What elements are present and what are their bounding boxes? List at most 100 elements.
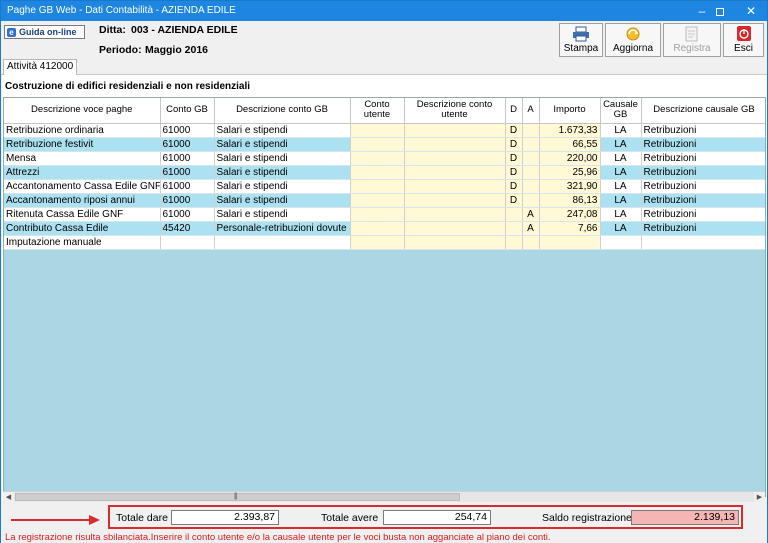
cell-descrizione-conto-utente[interactable] [404,193,506,208]
cell-importo[interactable]: 220,00 [539,151,601,166]
table-row[interactable]: Ritenuta Cassa Edile GNF 61000 Salari e st… [4,207,765,222]
table-row[interactable]: Imputazione manuale [4,235,765,250]
cell-conto-utente[interactable] [350,123,405,138]
registra-button[interactable]: Registra [663,23,721,57]
horizontal-scrollbar[interactable]: ◀ ||| ▶ [3,491,765,503]
aggiorna-button[interactable]: Aggiorna [605,23,661,57]
cell-importo[interactable]: 321,90 [539,179,601,194]
cell-importo[interactable]: 86,13 [539,193,601,208]
cell-conto-utente[interactable] [350,193,405,208]
cell-importo[interactable]: 66,55 [539,137,601,152]
table-row[interactable]: Attrezzi 61000 Salari e stipendi D 25,96 LA Re… [4,165,765,180]
cell-avere[interactable]: A [522,207,540,222]
cell-descrizione-conto-gb [214,235,351,250]
cell-descrizione-conto-gb: Salari e stipendi [214,123,351,138]
cell-importo[interactable]: 247,08 [539,207,601,222]
close-window-button[interactable]: ✕ [735,1,767,21]
table-row[interactable]: Retribuzione ordinaria 61000 Salari e stip… [4,123,765,138]
stampa-button[interactable]: Stampa [559,23,603,57]
col-causale-gb[interactable]: Causale GB [600,98,642,124]
esci-button[interactable]: Esci [723,23,764,57]
col-descrizione-causale[interactable]: Descrizione causale GB [641,98,765,124]
cell-descrizione-voce: Mensa [4,151,161,166]
cell-descrizione-conto-gb: Salari e stipendi [214,193,351,208]
table-row[interactable]: Retribuzione festivit 61000 Salari e stipe… [4,137,765,152]
cell-descrizione-conto-utente[interactable] [404,221,506,236]
cell-descrizione-voce: Attrezzi [4,165,161,180]
cell-avere[interactable] [522,193,540,208]
cell-avere[interactable] [522,179,540,194]
col-avere[interactable]: A [522,98,540,124]
cell-descrizione-causale [641,235,765,250]
cell-avere[interactable] [522,137,540,152]
cell-dare[interactable] [505,207,523,222]
cell-descrizione-conto-gb: Salari e stipendi [214,151,351,166]
ditta-value: 003 - AZIENDA EDILE [131,24,238,36]
table-row[interactable]: Mensa 61000 Salari e stipendi D 220,00 LA Retr… [4,151,765,166]
table-row[interactable]: Accantonamento riposi annui 61000 Salari e… [4,193,765,208]
scroll-right-icon[interactable]: ▶ [754,492,765,503]
power-icon [736,26,751,41]
tab-attivita[interactable]: Attività 412000 [3,59,77,75]
col-descrizione-voce[interactable]: Descrizione voce paghe [4,98,161,124]
totale-avere-label: Totale avere [321,512,379,524]
cell-conto-utente[interactable] [350,235,405,250]
cell-descrizione-conto-utente[interactable] [404,235,506,250]
cell-dare[interactable]: D [505,123,523,138]
table-row[interactable]: Accantonamento Cassa Edile GNF 61000 Salar… [4,179,765,194]
cell-descrizione-conto-utente[interactable] [404,207,506,222]
cell-conto-utente[interactable] [350,179,405,194]
maximize-button[interactable] [705,1,735,21]
cell-avere[interactable] [522,165,540,180]
cell-importo[interactable] [539,235,601,250]
main-content: Costruzione di edifici residenziali e no… [2,75,767,501]
cell-descrizione-conto-gb: Salari e stipendi [214,165,351,180]
red-arrow-icon [11,515,100,525]
cell-conto-utente[interactable] [350,221,405,236]
cell-conto-utente[interactable] [350,207,405,222]
periodo-label: Periodo: [99,44,142,56]
cell-dare[interactable] [505,221,523,236]
col-conto-utente[interactable]: Conto utente [350,98,405,124]
cell-causale-gb: LA [600,123,642,138]
cell-importo[interactable]: 25,96 [539,165,601,180]
col-importo[interactable]: Importo [539,98,601,124]
col-descrizione-conto-utente[interactable]: Descrizione conto utente [404,98,506,124]
cell-dare[interactable]: D [505,179,523,194]
guida-online-button[interactable]: e Guida on-line [4,25,85,39]
help-icon: e [7,28,16,38]
cell-descrizione-conto-gb: Salari e stipendi [214,137,351,152]
col-conto-gb[interactable]: Conto GB [160,98,215,124]
cell-conto-utente[interactable] [350,137,405,152]
cell-conto-utente[interactable] [350,165,405,180]
cell-descrizione-causale: Retribuzioni [641,193,765,208]
cell-avere[interactable] [522,151,540,166]
col-descrizione-conto-gb[interactable]: Descrizione conto GB [214,98,351,124]
printer-icon [573,26,589,42]
cell-dare[interactable]: D [505,151,523,166]
scroll-left-icon[interactable]: ◀ [3,492,14,503]
cell-avere[interactable] [522,123,540,138]
cell-descrizione-conto-utente[interactable] [404,165,506,180]
table-row[interactable]: Contributo Cassa Edile 45420 Personale-ret… [4,221,765,236]
cell-importo[interactable]: 1.673,33 [539,123,601,138]
cell-descrizione-conto-utente[interactable] [404,137,506,152]
cell-causale-gb: LA [600,165,642,180]
cell-descrizione-conto-utente[interactable] [404,123,506,138]
col-dare[interactable]: D [505,98,523,124]
cell-dare[interactable]: D [505,165,523,180]
title-bar[interactable]: Paghe GB Web - Dati Contabilità - AZIEND… [1,1,767,21]
cell-importo[interactable]: 7,66 [539,221,601,236]
cell-descrizione-conto-utente[interactable] [404,179,506,194]
cell-descrizione-causale: Retribuzioni [641,207,765,222]
cell-dare[interactable]: D [505,193,523,208]
cell-dare[interactable]: D [505,137,523,152]
cell-conto-utente[interactable] [350,151,405,166]
cell-descrizione-conto-utente[interactable] [404,151,506,166]
scrollbar-thumb[interactable]: ||| [15,493,460,501]
cell-avere[interactable]: A [522,221,540,236]
cell-avere[interactable] [522,235,540,250]
cell-dare[interactable] [505,235,523,250]
cell-descrizione-voce: Contributo Cassa Edile [4,221,161,236]
cell-descrizione-voce: Retribuzione ordinaria [4,123,161,138]
